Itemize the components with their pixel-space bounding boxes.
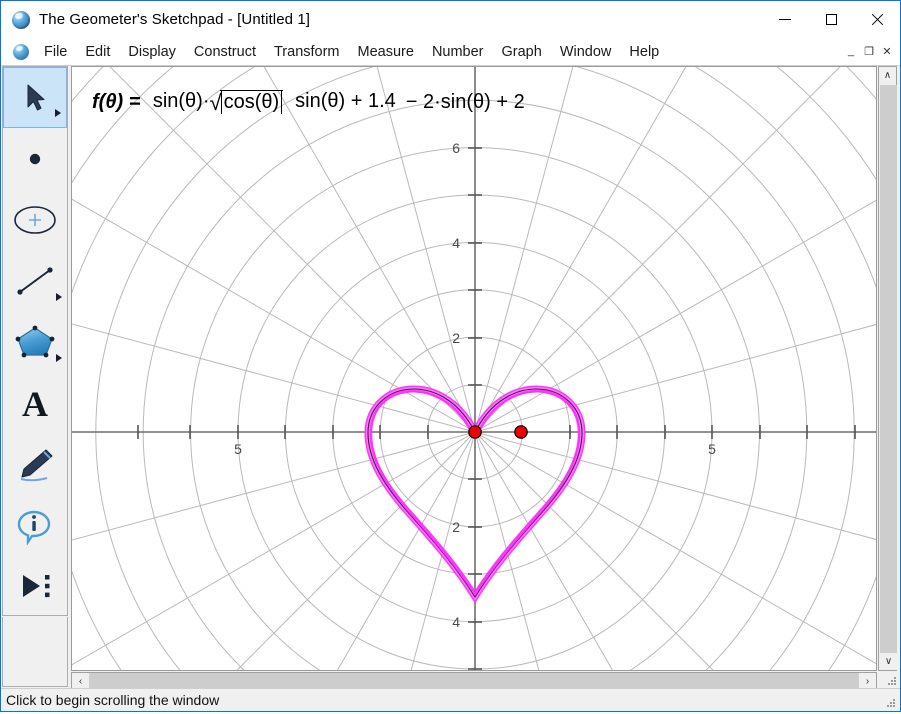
line-segment-icon (13, 262, 57, 300)
marker-tool[interactable] (3, 433, 67, 494)
minimize-icon (779, 19, 791, 20)
svg-text:A: A (22, 384, 48, 423)
toolbox-lower-panel (2, 617, 68, 687)
polygon-tool[interactable] (3, 311, 67, 372)
app-drop-icon (11, 10, 31, 30)
sketchpad-window: The Geometer's Sketchpad - [Untitled 1] … (0, 0, 901, 712)
minimize-button[interactable] (762, 1, 808, 38)
info-bubble-icon (13, 505, 57, 545)
play-triangle-icon (13, 569, 57, 603)
point-tool[interactable] (3, 128, 67, 189)
polar-grid (72, 67, 876, 670)
compass-tool[interactable] (3, 189, 67, 250)
scroll-down-button[interactable]: ∨ (880, 653, 897, 670)
x-tick-label-neg5: 5 (234, 441, 242, 457)
point-icon (18, 142, 52, 176)
flyout-arrow-icon (56, 354, 62, 362)
information-tool[interactable] (3, 494, 67, 555)
x-tick-label-pos5: 5 (708, 441, 716, 457)
unit-point (515, 426, 527, 438)
plot-axes (72, 67, 876, 670)
close-button[interactable] (854, 1, 900, 38)
menu-item-number[interactable]: Number (423, 41, 493, 63)
text-tool[interactable]: A (3, 372, 67, 433)
mdi-window-controls: _ ❐ ✕ (842, 42, 896, 60)
resize-grip-icon (886, 675, 898, 687)
canvas-resize-grip[interactable] (886, 674, 898, 686)
menu-bar: File Edit Display Construct Transform Me… (1, 38, 900, 66)
mdi-close-button[interactable]: ✕ (878, 42, 896, 60)
close-icon (871, 13, 884, 26)
formula-tail: − 2·sin(θ) + 2 (402, 91, 525, 114)
circle-compass-icon (11, 200, 59, 240)
menu-item-file[interactable]: File (35, 41, 76, 63)
formula-numerator-left: sin(θ)· (153, 90, 210, 112)
toolbox: A (2, 66, 68, 616)
formula-equals: = (123, 91, 147, 114)
menu-item-graph[interactable]: Graph (493, 41, 551, 63)
vertical-scrollbar[interactable]: ∧ ∨ (878, 66, 897, 671)
sketch-canvas[interactable]: 5 5 6 4 2 2 4 6 (71, 66, 877, 671)
flyout-arrow-icon (55, 109, 61, 117)
menu-item-transform[interactable]: Transform (265, 41, 349, 63)
marker-pen-icon (13, 444, 57, 484)
workspace: A (1, 66, 900, 688)
maximize-icon (826, 14, 837, 25)
menu-item-help[interactable]: Help (620, 41, 668, 63)
arrow-cursor-icon (18, 81, 52, 115)
formula-denominator: sin(θ) + 1.4 (289, 88, 402, 112)
polygon-icon (12, 322, 58, 362)
text-a-icon: A (15, 383, 55, 423)
menu-item-window[interactable]: Window (551, 41, 621, 63)
menu-item-edit[interactable]: Edit (76, 41, 119, 63)
formula-fraction: sin(θ)·√cos(θ)sin(θ) + 1.4 (147, 89, 402, 115)
title-bar: The Geometer's Sketchpad - [Untitled 1] (1, 1, 900, 38)
formula-lhs: f(θ) (92, 91, 123, 114)
formula-radicand-overbar: cos(θ) (220, 90, 284, 114)
formula-numerator: sin(θ)·√cos(θ) (147, 90, 289, 113)
origin-point (469, 426, 481, 438)
y-tick-label-2: 2 (452, 330, 460, 346)
menu-item-display[interactable]: Display (119, 41, 185, 63)
y-tick-label-neg4: 4 (452, 614, 460, 630)
status-message: Click to begin scrolling the window (1, 692, 219, 708)
mdi-minimize-button[interactable]: _ (842, 42, 860, 60)
y-tick-label-4: 4 (452, 235, 460, 251)
maximize-button[interactable] (808, 1, 854, 38)
menu-item-measure[interactable]: Measure (349, 41, 423, 63)
arrow-select-tool[interactable] (3, 67, 67, 128)
vertical-scroll-thumb[interactable] (880, 85, 897, 653)
window-controls (762, 1, 900, 38)
custom-tool[interactable] (3, 555, 67, 616)
mdi-restore-button[interactable]: ❐ (860, 42, 878, 60)
y-tick-label-6: 6 (452, 140, 460, 156)
status-bar: Click to begin scrolling the window (1, 688, 900, 711)
document-drop-icon[interactable] (13, 44, 29, 60)
window-resize-grip[interactable] (885, 696, 897, 708)
window-grip-icon (885, 697, 897, 709)
straightedge-tool[interactable] (3, 250, 67, 311)
polar-plot: 5 5 6 4 2 2 4 6 (72, 67, 876, 670)
scroll-up-button[interactable]: ∧ (879, 67, 896, 84)
y-tick-label-neg2: 2 (452, 519, 460, 535)
window-title: The Geometer's Sketchpad - [Untitled 1] (39, 11, 310, 28)
flyout-arrow-icon (56, 293, 62, 301)
function-formula-label[interactable]: f(θ)=sin(θ)·√cos(θ)sin(θ) + 1.4− 2·sin(θ… (92, 89, 525, 115)
menu-item-construct[interactable]: Construct (185, 41, 265, 63)
formula-radicand: cos(θ) (221, 91, 283, 114)
polar-spokes (72, 67, 876, 670)
sqrt-icon: √ (210, 90, 222, 116)
